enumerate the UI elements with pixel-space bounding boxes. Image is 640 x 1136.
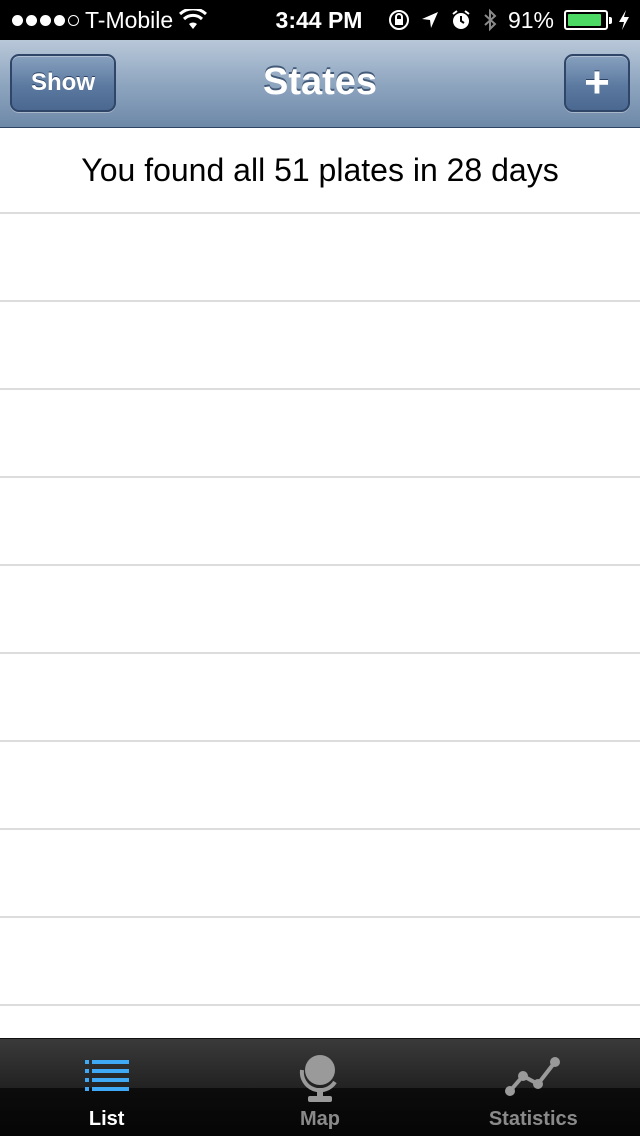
wifi-icon [179,9,208,29]
tab-list[interactable]: List [0,1039,213,1136]
alarm-icon [452,10,470,29]
table-row[interactable] [0,478,640,566]
charging-icon [619,10,629,30]
page-title: States [262,60,378,103]
bluetooth-icon [484,8,497,32]
table-row[interactable] [0,654,640,742]
status-bar: T-Mobile 3:44 PM 91% [0,0,640,40]
tab-map[interactable]: Map [213,1039,426,1136]
summary-message: You found all 51 plates in 28 days [0,128,640,214]
stats-icon [503,1046,563,1106]
signal-strength-icon [12,14,79,26]
location-icon [421,12,438,28]
navigation-bar: Show States + [0,40,640,128]
table-row[interactable] [0,566,640,654]
app-root: T-Mobile 3:44 PM 91% Show States + You f… [0,0,640,1136]
battery-percent: 91% [507,6,554,33]
globe-icon [290,1046,350,1106]
table-row[interactable] [0,214,640,302]
tab-statistics-label: Statistics [488,1108,578,1130]
rotation-lock-icon [388,10,409,30]
table-row[interactable] [0,742,640,830]
status-right: 91% [388,0,630,40]
status-left: T-Mobile [12,0,208,40]
table-row[interactable] [0,302,640,390]
states-table[interactable] [0,214,640,1006]
add-button[interactable]: + [564,54,630,112]
table-row[interactable] [0,390,640,478]
battery-icon [564,10,612,30]
list-icon [77,1046,137,1106]
tab-bar: List Map Statistics [0,1038,640,1136]
status-time: 3:44 PM [275,6,363,33]
tab-statistics[interactable]: Statistics [427,1039,640,1136]
carrier-name: T-Mobile [85,6,174,33]
battery-fill [568,14,601,26]
table-row[interactable] [0,918,640,1006]
tab-map-label: Map [299,1108,340,1130]
tab-list-label: List [88,1108,125,1130]
table-row[interactable] [0,830,640,918]
